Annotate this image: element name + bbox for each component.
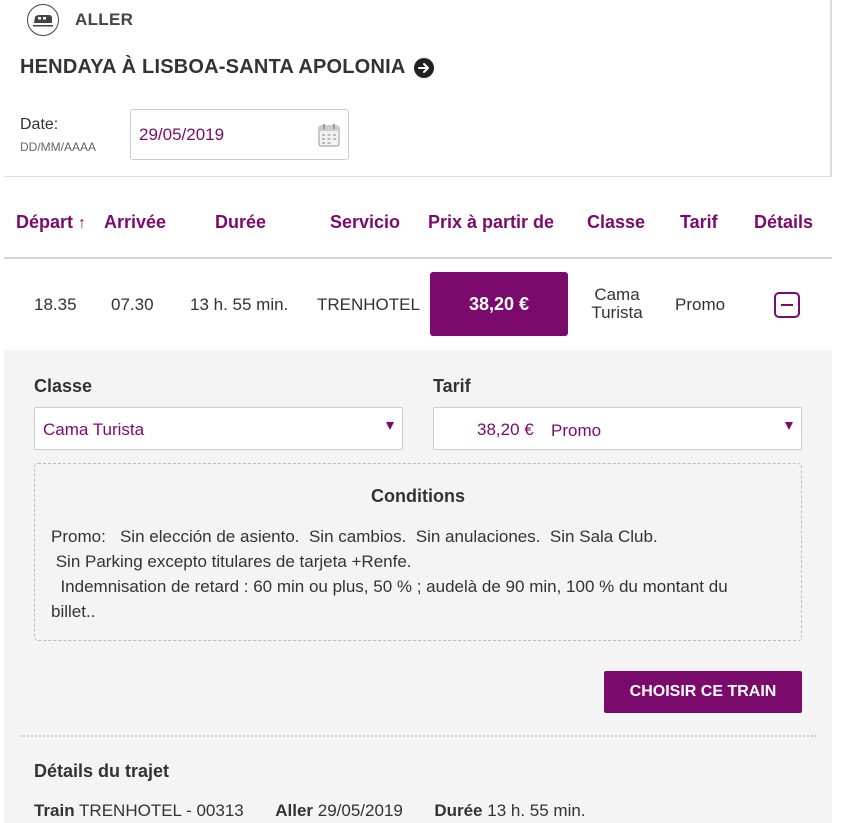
collapse-minus-icon[interactable] (774, 292, 800, 318)
dotted-divider (20, 735, 816, 737)
column-header-duree[interactable]: Durée (215, 212, 266, 233)
servicio-value: TRENHOTEL (317, 295, 420, 314)
journey-header: ALLER HENDAYA À LISBOA-SANTA APOLONIA Da… (0, 0, 832, 176)
conditions-box: Conditions Promo: Sin elección de asient… (34, 463, 802, 641)
conditions-text: Promo: Sin elección de asiento. Sin camb… (51, 527, 728, 621)
direction-heading: ALLER (27, 4, 133, 36)
tarif-field-label: Tarif (433, 376, 471, 396)
dropdown-caret-icon (386, 422, 394, 430)
table-row[interactable]: 18.35 07.30 13 h. 55 min. TRENHOTEL 38,2… (0, 259, 832, 350)
column-header-prix[interactable]: Prix à partir de (428, 212, 554, 233)
date-label: Date: (20, 116, 59, 133)
classe-select[interactable]: Cama Turista (34, 407, 403, 450)
dropdown-caret-icon (785, 422, 793, 430)
column-header-arrivee[interactable]: Arrivée (104, 212, 166, 233)
sort-up-arrow-icon: ↑ (78, 215, 87, 232)
price-button[interactable]: 38,20 € (430, 272, 568, 336)
classe-select-value: Cama Turista (43, 420, 145, 439)
trip-details-line: Train TRENHOTEL - 00313 Aller 29/05/2019… (34, 801, 586, 820)
fare-detail-panel: Classe Cama Turista Tarif 38,20 € Promo … (4, 350, 832, 823)
conditions-title: Conditions (371, 486, 465, 506)
column-header-depart[interactable]: Départ ↑ (16, 212, 86, 233)
duree-value: 13 h. 55 min. (190, 295, 289, 314)
tarif-select[interactable]: 38,20 € Promo (433, 407, 802, 450)
results-table-header: Départ ↑ Arrivée Durée Servicio Prix à p… (0, 212, 832, 238)
date-format-hint: DD/MM/AAAA (20, 140, 97, 154)
classe-value: Cama Turista (591, 285, 643, 322)
classe-field-label: Classe (34, 376, 93, 396)
depart-time: 18.35 (34, 295, 77, 314)
train-icon (27, 4, 59, 36)
date-value: 29/05/2019 (139, 125, 225, 144)
tarif-value: Promo (675, 295, 726, 314)
column-header-tarif[interactable]: Tarif (680, 212, 718, 233)
column-header-classe[interactable]: Classe (587, 212, 645, 233)
route: HENDAYA À LISBOA-SANTA APOLONIA (20, 56, 434, 79)
arrow-right-circle-icon[interactable] (413, 57, 434, 78)
date-field[interactable]: 29/05/2019 (130, 109, 349, 160)
column-header-details: Détails (754, 212, 814, 232)
arrivee-time: 07.30 (111, 295, 154, 314)
column-header-servicio[interactable]: Servicio (330, 212, 400, 233)
tarif-select-price: 38,20 € (477, 420, 534, 439)
calendar-icon[interactable] (318, 123, 340, 152)
choose-train-button[interactable]: CHOISIR CE TRAIN (604, 671, 802, 713)
divider (4, 176, 832, 177)
direction-label: ALLER (75, 10, 134, 29)
tarif-select-name: Promo (551, 421, 602, 440)
route-title: HENDAYA À LISBOA-SANTA APOLONIA (20, 56, 406, 78)
trip-details-title: Détails du trajet (34, 761, 170, 781)
